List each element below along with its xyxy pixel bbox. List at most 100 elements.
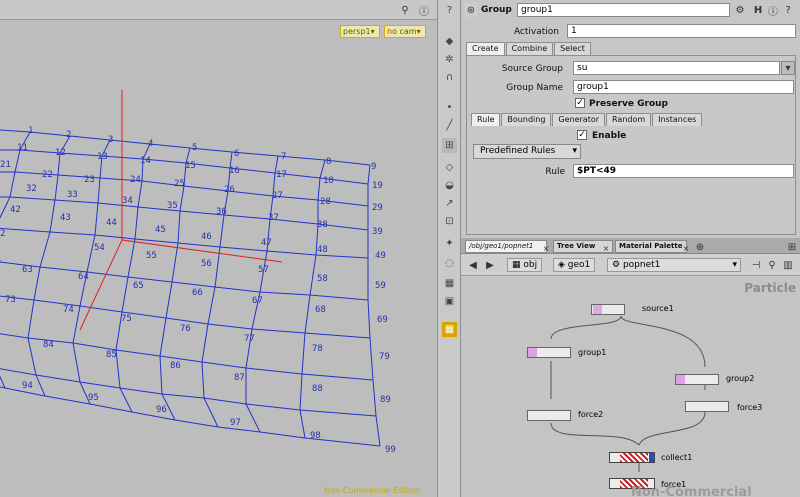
point-label: 98 [310,431,321,441]
tab-material-palette[interactable]: Material Palette [615,240,687,253]
curve-icon[interactable]: ↗ [442,196,457,211]
predefined-rules-dropdown[interactable]: Predefined Rules ▾ [473,144,581,159]
help-icon-2[interactable]: ? [781,3,795,17]
point-label: 77 [244,334,255,344]
node-graph[interactable]: Particle source1 group1 group2 force2 fo… [461,277,800,497]
pin-icon-2[interactable]: ⊣ [749,258,763,272]
path-obj[interactable]: ▦ obj [507,258,543,272]
point-icon[interactable]: • [442,100,457,115]
predefined-rules-label: Predefined Rules [480,146,556,156]
close-icon[interactable]: × [679,241,693,255]
point-label: 12 [55,148,66,158]
subtab-instances[interactable]: Instances [652,113,703,126]
back-icon[interactable]: ◀ [466,258,480,272]
node-type-label: Group [481,5,512,15]
viewport-tools: ? ◆ ✲ ∩ • ╱ ⊞ ◇ ◒ ↗ ⊡ ✦ ◌ ▦ ▣ ▦ [437,0,461,497]
help-icon[interactable]: ? [442,3,457,18]
grid-icon[interactable]: ⊡ [442,214,457,229]
edge-icon[interactable]: ╱ [442,118,457,133]
link-icon[interactable]: ⚲ [765,258,779,272]
point-label: 88 [312,384,323,394]
wire-icon[interactable]: ◇ [442,160,457,175]
point-label: 35 [167,201,178,211]
3d-viewport[interactable]: ⓘ ⚲ persp1▾ no cam▾ 1 2 3 4 5 6 7 8 9 11 12 13 14 15 1… [0,0,437,497]
path-geo1[interactable]: ◈ geo1 [553,258,596,272]
point-label: 94 [22,381,33,391]
point-label: 6 [234,149,239,159]
point-label: 65 [133,281,144,291]
rule-field[interactable]: $PT<49 [573,164,794,178]
point-label: 73 [5,295,16,305]
split-icon[interactable]: ▥ [781,258,795,272]
point-label: 74 [63,305,74,315]
display-icon[interactable]: ◆ [442,34,457,49]
group-name-field[interactable]: group1 [573,80,794,94]
layout-icon[interactable]: ▦ [442,322,457,337]
close-icon[interactable]: × [539,241,553,255]
point-label: 99 [385,445,396,455]
point-label: 75 [121,314,132,324]
activation-field[interactable]: 1 [567,24,796,38]
group-name-label: Group Name [506,83,563,93]
enable-checkbox[interactable]: ✓ [577,130,587,140]
preserve-group-checkbox[interactable]: ✓ [575,98,585,108]
node-source1[interactable] [591,304,625,315]
lasso-icon[interactable]: ◌ [442,256,457,271]
point-label: 23 [84,175,95,185]
point-label: 86 [170,361,181,371]
source-group-field[interactable]: su [573,61,780,75]
subtab-random[interactable]: Random [606,113,652,126]
image-icon[interactable]: ▣ [442,294,457,309]
chevron-down-icon: ▾ [572,146,577,156]
node-collect1[interactable] [609,452,655,463]
forward-icon[interactable]: ▶ [483,258,497,272]
point-label: 3 [108,135,113,145]
point-label: 13 [97,152,108,162]
node-source1-label: source1 [642,304,674,313]
shade-icon[interactable]: ◒ [442,178,457,193]
helmet-icon[interactable]: ∩ [442,70,457,85]
path-popnet1[interactable]: ⚙ popnet1 ▾ [607,258,741,272]
subtab-generator[interactable]: Generator [552,113,606,126]
point-label: 55 [146,251,157,261]
snap-icon[interactable]: ⊞ [442,138,457,153]
pick-icon[interactable]: ✦ [442,236,457,251]
tab-select[interactable]: Select [554,42,591,55]
point-label: 69 [377,315,388,325]
point-label: 47 [261,238,272,248]
tab-create[interactable]: Create [466,42,505,55]
add-tab-icon[interactable]: ⊕ [693,240,707,254]
subtab-bounding[interactable]: Bounding [501,113,552,126]
point-label: 2 [66,130,71,140]
point-label: 33 [67,190,78,200]
point-label: 1 [28,126,33,136]
panel-menu-icon[interactable]: ⊞ [785,240,799,254]
point-label: 28 [320,197,331,207]
node-group1[interactable] [527,347,571,358]
info-icon-2[interactable]: ⓘ [766,3,780,18]
node-name-field[interactable]: group1 [517,3,730,17]
point-label: 17 [276,170,287,180]
point-label: 34 [122,196,133,206]
chevron-down-icon[interactable]: ▾ [781,61,795,75]
point-label: 48 [317,245,328,255]
light-icon[interactable]: ✲ [442,52,457,67]
node-force2[interactable] [527,410,571,421]
point-label: 42 [10,205,21,215]
tab-combine[interactable]: Combine [505,42,554,55]
source-group-label: Source Group [501,64,563,74]
close-icon[interactable]: × [599,241,613,255]
node-force3[interactable] [685,401,729,412]
gear-icon[interactable]: ⚙ [733,3,747,17]
tab-popnet[interactable]: /obj/geo1/popnet1 [465,240,547,253]
point-label: 8 [326,157,331,167]
point-label: 32 [26,184,37,194]
vis-icon[interactable]: ▦ [442,276,457,291]
subtab-rule[interactable]: Rule [471,113,501,126]
activation-label: Activation [513,27,559,37]
h-icon[interactable]: H [751,3,765,17]
point-label: 26 [224,185,235,195]
point-label: 44 [106,218,117,228]
node-group2[interactable] [675,374,719,385]
point-label: 39 [372,227,383,237]
